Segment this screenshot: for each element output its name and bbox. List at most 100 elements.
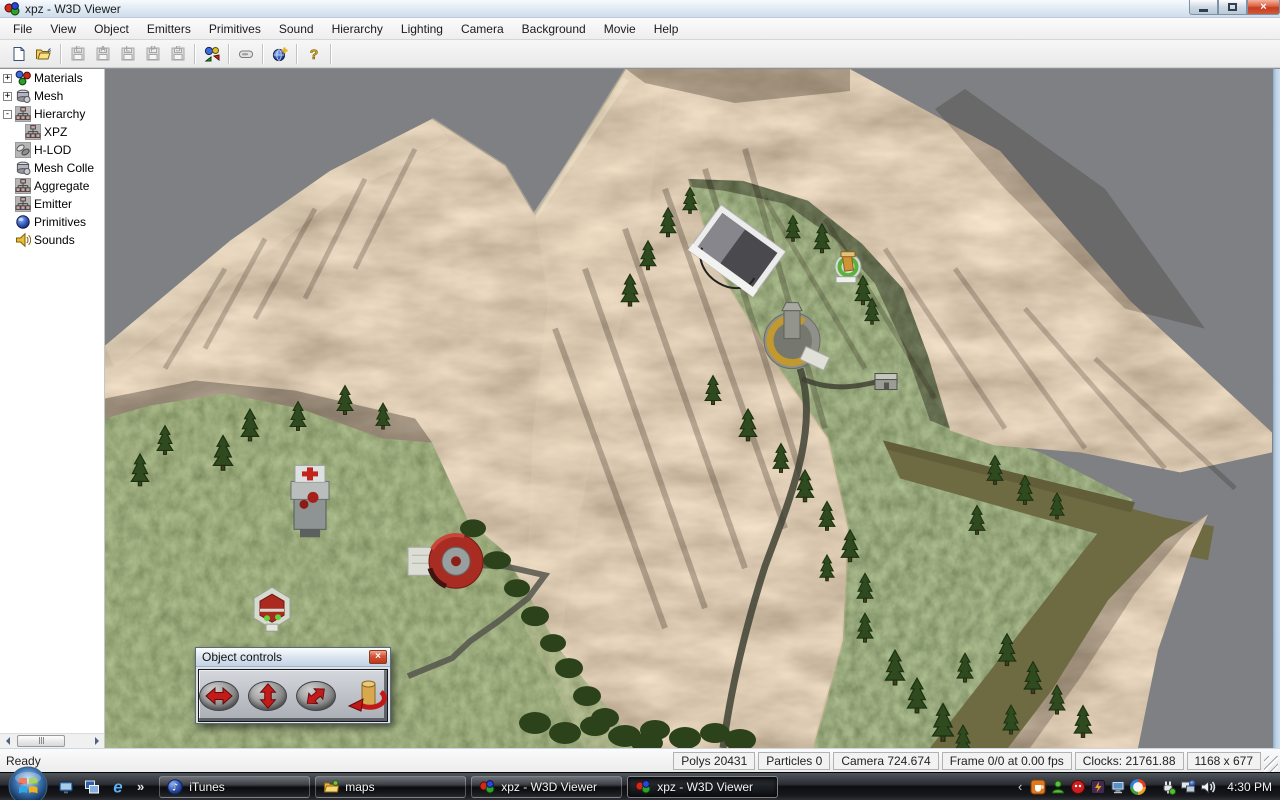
internet-explorer-button[interactable]: e — [108, 777, 128, 797]
animation-bar-button[interactable] — [233, 42, 258, 65]
show-desktop-button[interactable] — [56, 777, 76, 797]
taskbar-button-maps[interactable]: maps — [315, 776, 466, 798]
internet-explorer-icon: e — [109, 778, 127, 796]
hierarchy-icon — [25, 124, 41, 140]
menu-camera[interactable]: Camera — [452, 19, 513, 39]
quick-launch-overflow-chevron[interactable]: » — [134, 779, 147, 794]
status-clocks: Clocks: 21761.88 — [1075, 752, 1184, 770]
itunes-icon — [167, 779, 183, 795]
viewport-3d-view[interactable]: Object controls × — [105, 69, 1273, 748]
java-tray-icon[interactable] — [1029, 778, 1046, 795]
help-button[interactable]: ? — [301, 42, 326, 65]
floppy-s-icon: S — [170, 46, 186, 62]
close-button[interactable]: × — [1247, 0, 1280, 15]
save-emitter-button[interactable]: E — [65, 42, 90, 65]
tree-item-materials[interactable]: + Materials — [0, 69, 104, 87]
object-controls-close-button[interactable]: × — [369, 650, 387, 664]
tree-item-emitter[interactable]: Emitter — [0, 195, 104, 213]
save-aggregate-button[interactable]: A — [90, 42, 115, 65]
menu-hierarchy[interactable]: Hierarchy — [323, 19, 392, 39]
tree-item-primitives[interactable]: Primitives — [0, 213, 104, 231]
messenger-tray-icon[interactable] — [1049, 778, 1066, 795]
slider-icon — [238, 46, 254, 62]
aggregate-icon — [15, 178, 31, 194]
sounds-icon — [15, 232, 31, 248]
tree-horizontal-scrollbar[interactable] — [0, 733, 104, 748]
browser-swirl-tray-icon[interactable] — [1129, 778, 1146, 795]
tray-collapse-chevron[interactable]: ‹ — [1014, 779, 1026, 794]
save-primitive-button[interactable]: P — [140, 42, 165, 65]
minimize-button[interactable] — [1189, 0, 1218, 15]
tree-item-aggregate[interactable]: Aggregate — [0, 177, 104, 195]
scroll-right-arrow[interactable] — [89, 734, 104, 749]
window-switcher-icon — [84, 779, 100, 795]
volume-icon[interactable] — [1199, 778, 1216, 795]
menu-object[interactable]: Object — [85, 19, 138, 39]
titlebar[interactable]: xpz - W3D Viewer × — [0, 0, 1280, 18]
taskbar-button-w3d-viewer-1[interactable]: xpz - W3D Viewer — [471, 776, 622, 798]
quick-launch: e » — [56, 777, 147, 797]
asset-tree-panel[interactable]: + Materials + Mesh - Hierarchy XPZ — [0, 69, 105, 748]
status-resolution: 1168 x 677 — [1187, 752, 1262, 770]
tree-item-xpz[interactable]: XPZ — [0, 123, 104, 141]
power-plug-icon[interactable] — [1159, 778, 1176, 795]
menu-movie[interactable]: Movie — [595, 19, 645, 39]
app-icon — [4, 1, 20, 17]
menu-file[interactable]: File — [4, 19, 41, 39]
move-horizontal-button[interactable] — [199, 681, 239, 711]
menu-view[interactable]: View — [41, 19, 85, 39]
window-border — [1273, 69, 1280, 748]
object-controls-panel — [198, 669, 388, 722]
tree-item-mesh[interactable]: + Mesh — [0, 87, 104, 105]
tree-item-sounds[interactable]: Sounds — [0, 231, 104, 249]
toolbar: E A L P S ? — [0, 40, 1280, 68]
window-switcher-button[interactable] — [82, 777, 102, 797]
taskbar-button-w3d-viewer-2[interactable]: xpz - W3D Viewer — [627, 776, 778, 798]
save-sound-button[interactable]: S — [165, 42, 190, 65]
screen: xpz - W3D Viewer × File View Object Emit… — [0, 0, 1280, 800]
open-file-button[interactable] — [31, 42, 56, 65]
hierarchy-icon — [15, 106, 31, 122]
resize-grip[interactable] — [1264, 756, 1278, 772]
mesh-collection-icon — [15, 160, 31, 176]
object-controls-titlebar[interactable]: Object controls × — [196, 648, 390, 667]
object-controls-dialog[interactable]: Object controls × — [195, 647, 391, 724]
move-vertical-button[interactable] — [248, 681, 288, 711]
svg-text:S: S — [175, 46, 181, 54]
tree-item-hlod[interactable]: H-LOD — [0, 141, 104, 159]
media-player-tray-icon[interactable] — [1089, 778, 1106, 795]
scrollbar-track[interactable] — [15, 734, 89, 749]
menu-background[interactable]: Background — [513, 19, 595, 39]
expand-toggle[interactable]: + — [3, 74, 12, 83]
computer-tray-icon[interactable] — [1109, 778, 1126, 795]
menu-lighting[interactable]: Lighting — [392, 19, 452, 39]
primitives-icon — [15, 214, 31, 230]
taskbar-button-itunes[interactable]: iTunes — [159, 776, 310, 798]
scroll-left-arrow[interactable] — [0, 734, 15, 749]
folder-icon — [323, 779, 339, 795]
scrollbar-thumb[interactable] — [17, 735, 65, 747]
network-icon[interactable] — [1179, 778, 1196, 795]
clock[interactable]: 4:30 PM — [1227, 780, 1272, 794]
main-area: + Materials + Mesh - Hierarchy XPZ — [0, 68, 1280, 748]
tree-item-mesh-collection[interactable]: Mesh Colle — [0, 159, 104, 177]
new-file-button[interactable] — [6, 42, 31, 65]
menu-help[interactable]: Help — [645, 19, 688, 39]
start-button[interactable] — [8, 766, 48, 800]
maximize-button[interactable] — [1218, 0, 1247, 15]
collapse-toggle[interactable]: - — [3, 110, 12, 119]
materials-toolbar-button[interactable] — [199, 42, 224, 65]
expand-toggle[interactable]: + — [3, 92, 12, 101]
red-app-tray-icon[interactable] — [1069, 778, 1086, 795]
tree-item-hierarchy[interactable]: - Hierarchy — [0, 105, 104, 123]
add-object-button[interactable] — [267, 42, 292, 65]
window-title: xpz - W3D Viewer — [25, 2, 121, 16]
rotate-object-button[interactable] — [345, 678, 387, 714]
close-icon: × — [375, 651, 381, 662]
move-diagonal-button[interactable] — [296, 681, 336, 711]
rotate-cylinder-icon — [345, 678, 387, 714]
save-lod-button[interactable]: L — [115, 42, 140, 65]
menu-sound[interactable]: Sound — [270, 19, 323, 39]
menu-emitters[interactable]: Emitters — [138, 19, 200, 39]
menu-primitives[interactable]: Primitives — [200, 19, 270, 39]
